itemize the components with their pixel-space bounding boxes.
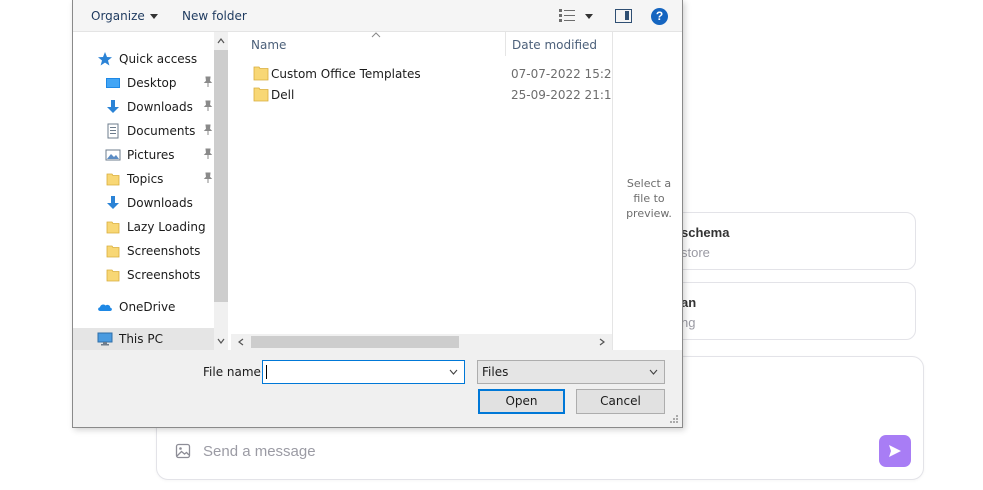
preview-pane: Select a file to preview. — [612, 32, 682, 350]
nav-item-topics[interactable]: Topics — [105, 168, 215, 190]
open-button[interactable]: Open — [478, 389, 565, 414]
file-row[interactable]: Custom Office Templates 07-07-2022 15:23 — [231, 64, 619, 85]
folder-icon — [106, 173, 120, 186]
file-date: 07-07-2022 15:23 — [511, 67, 620, 81]
view-dropdown-icon[interactable] — [585, 14, 593, 19]
folder-icon — [253, 87, 269, 102]
nav-item-quick-access[interactable]: Quick access — [97, 48, 217, 70]
file-row[interactable]: Dell 25-09-2022 21:17 — [231, 85, 619, 106]
picture-icon — [105, 149, 121, 161]
file-name-input[interactable] — [262, 360, 465, 384]
pin-icon — [203, 76, 213, 87]
nav-label: Downloads — [127, 196, 193, 210]
folder-icon — [106, 269, 120, 282]
nav-item-screenshots-2[interactable]: Screenshots — [105, 264, 215, 286]
download-icon — [107, 196, 119, 209]
nav-label: OneDrive — [119, 300, 176, 314]
dialog-toolbar: Organize New folder ? — [73, 0, 682, 32]
preview-hint: Select a file to preview. — [626, 177, 672, 220]
nav-item-this-pc[interactable]: This PC — [73, 328, 214, 350]
help-icon[interactable]: ? — [651, 8, 668, 25]
cloud-icon — [98, 304, 112, 311]
sort-ascending-icon — [371, 32, 381, 38]
folder-icon — [253, 66, 269, 81]
card-subtitle: store — [681, 245, 710, 260]
file-list: Name Date modified Custom Office Templat… — [231, 32, 619, 350]
desktop-icon — [106, 78, 120, 88]
file-name-label: File name: — [203, 365, 265, 379]
nav-label: This PC — [119, 332, 163, 346]
send-icon — [889, 445, 901, 457]
image-upload-icon[interactable] — [175, 443, 191, 459]
text-cursor — [266, 365, 267, 379]
file-date: 25-09-2022 21:17 — [511, 88, 620, 102]
nav-item-downloads[interactable]: Downloads — [105, 96, 215, 118]
nav-item-screenshots[interactable]: Screenshots — [105, 240, 215, 262]
scroll-thumb[interactable] — [251, 336, 459, 348]
view-options-icon[interactable] — [559, 9, 575, 22]
chevron-down-icon[interactable] — [217, 337, 225, 345]
nav-item-downloads-2[interactable]: Downloads — [105, 192, 215, 214]
chevron-down-icon[interactable] — [449, 369, 458, 375]
scroll-thumb[interactable] — [214, 50, 228, 302]
pin-icon — [203, 148, 213, 159]
nav-label: Documents — [127, 124, 196, 138]
folder-icon — [106, 221, 120, 234]
folder-icon — [106, 245, 120, 258]
preview-pane-icon[interactable] — [615, 9, 632, 23]
nav-item-onedrive[interactable]: OneDrive — [97, 296, 215, 318]
page: schema store an ng Send a message Organi… — [0, 0, 983, 490]
pin-icon — [203, 100, 213, 111]
star-icon — [98, 52, 112, 66]
nav-label: Topics — [127, 172, 164, 186]
card-title: schema — [681, 225, 730, 240]
file-name: Dell — [271, 88, 295, 102]
file-open-dialog: Organize New folder ? Quick access Deskt… — [72, 0, 683, 428]
new-folder-button[interactable]: New folder — [182, 9, 247, 23]
column-divider[interactable] — [505, 32, 506, 56]
card-subtitle: ng — [681, 315, 696, 330]
nav-item-pictures[interactable]: Pictures — [105, 144, 215, 166]
cancel-button[interactable]: Cancel — [576, 389, 665, 414]
nav-item-desktop[interactable]: Desktop — [105, 72, 215, 94]
nav-label: Screenshots — [127, 268, 201, 282]
nav-label: Quick access — [119, 52, 198, 66]
nav-label: Pictures — [127, 148, 175, 162]
resize-grip-icon[interactable] — [669, 414, 679, 424]
nav-item-lazy-loading[interactable]: Lazy Loading — [105, 216, 215, 238]
nav-label: Downloads — [127, 100, 193, 114]
file-list-scrollbar[interactable] — [231, 334, 612, 350]
message-input[interactable]: Send a message — [203, 443, 316, 460]
nav-label: Desktop — [127, 76, 177, 90]
chevron-down-icon — [649, 369, 658, 375]
file-name: Custom Office Templates — [271, 67, 421, 81]
navigation-pane: Quick access Desktop Downloads Documents… — [73, 32, 231, 350]
nav-label: Lazy Loading — [127, 220, 206, 234]
document-icon — [107, 123, 119, 139]
download-icon — [107, 100, 119, 113]
nav-label: Screenshots — [127, 244, 201, 258]
column-date-header[interactable]: Date modified — [512, 38, 597, 52]
column-name-header[interactable]: Name — [251, 38, 286, 52]
nav-item-documents[interactable]: Documents — [105, 120, 215, 142]
chevron-right-icon[interactable] — [598, 338, 606, 346]
computer-icon — [97, 332, 113, 346]
nav-scrollbar[interactable] — [214, 32, 228, 350]
pin-icon — [203, 124, 213, 135]
organize-label: Organize — [91, 9, 145, 23]
pin-icon — [203, 172, 213, 183]
organize-menu[interactable]: Organize — [91, 9, 158, 23]
chevron-left-icon[interactable] — [237, 338, 245, 346]
file-type-select[interactable]: Files — [477, 360, 665, 384]
chevron-up-icon[interactable] — [217, 37, 225, 45]
chevron-down-icon — [149, 14, 158, 19]
card-title: an — [681, 295, 697, 310]
file-type-value: Files — [482, 365, 509, 379]
send-button[interactable] — [879, 435, 911, 467]
